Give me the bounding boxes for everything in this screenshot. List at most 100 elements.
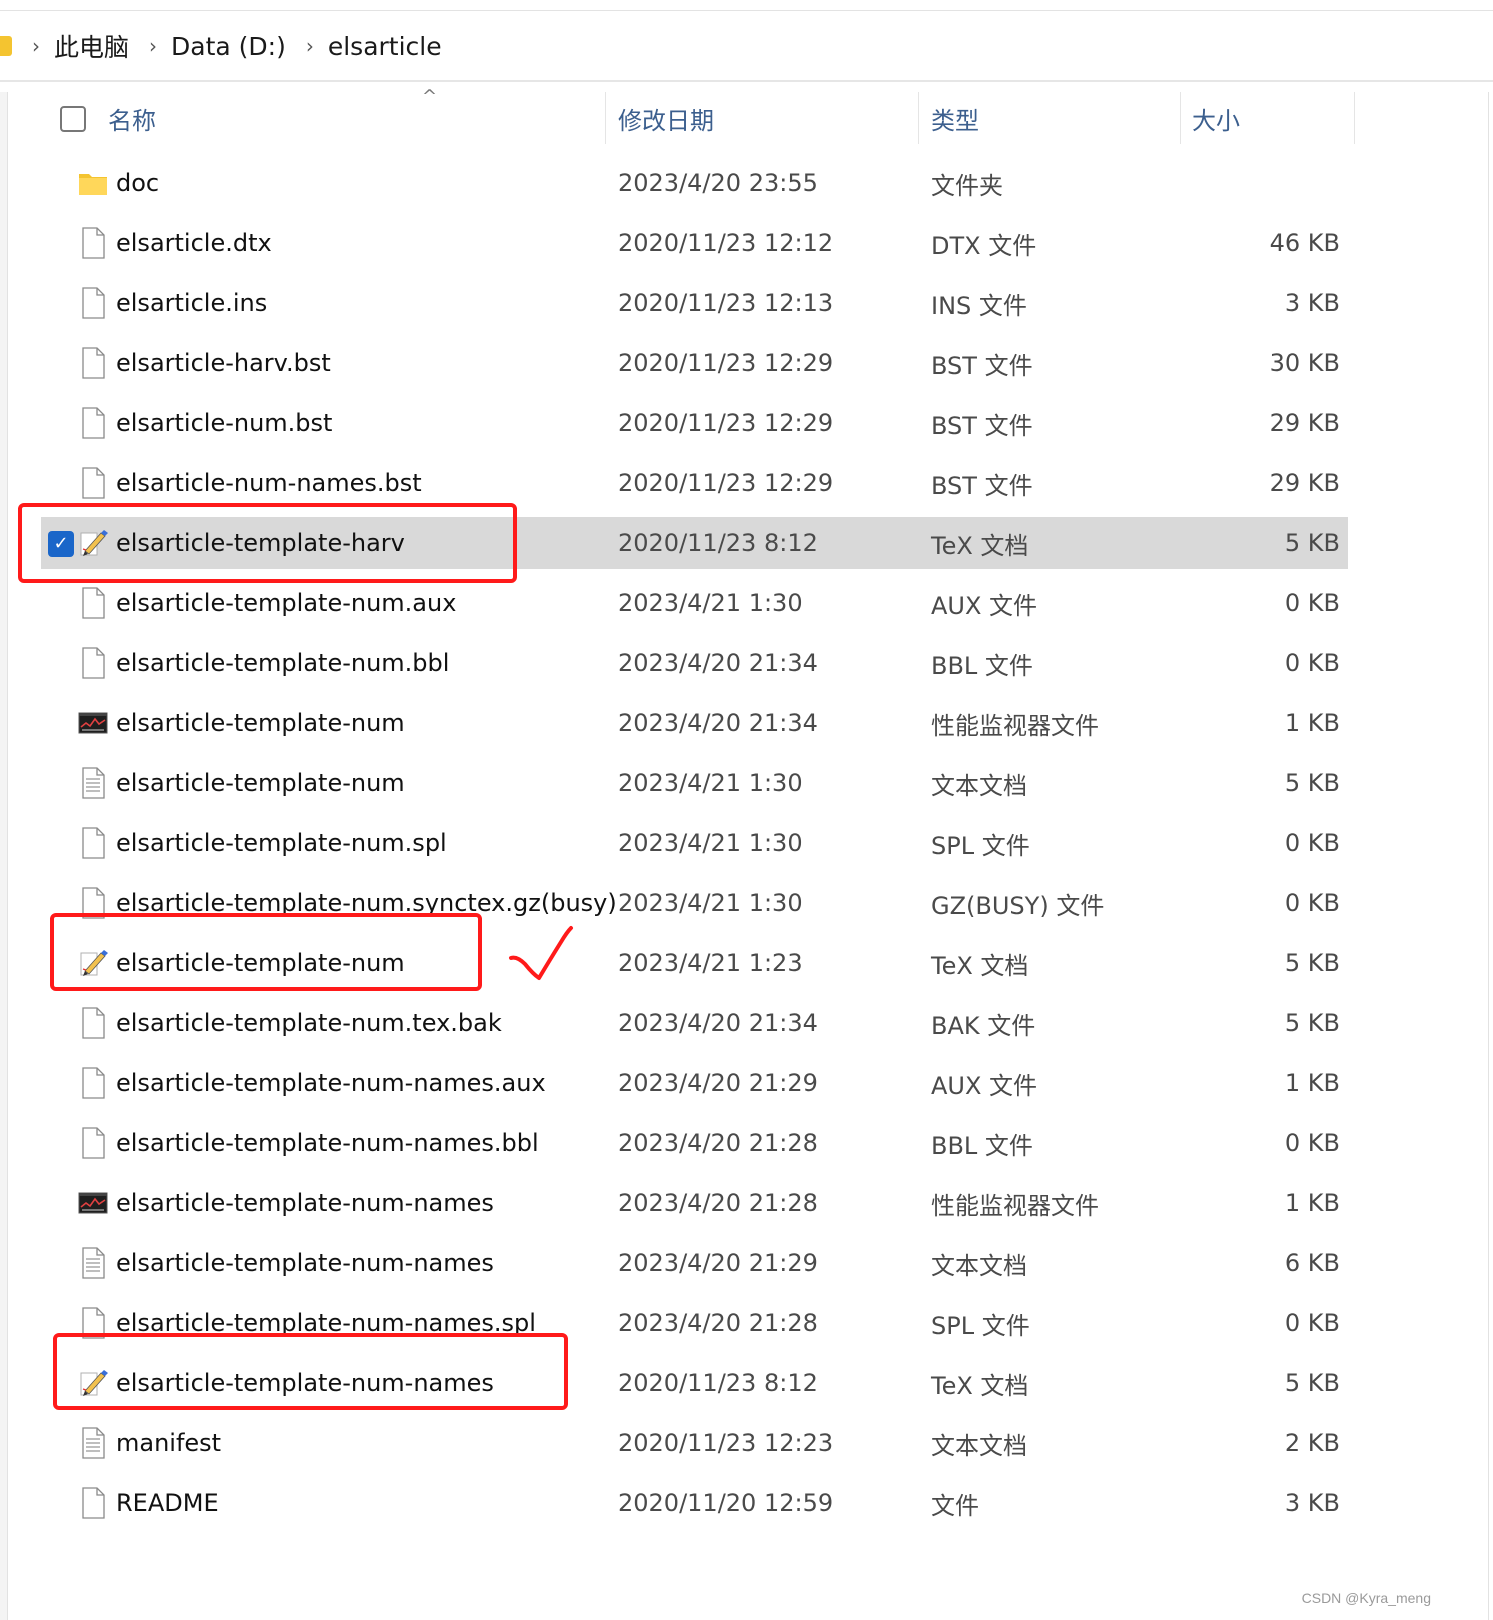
file-size: 46 KB bbox=[1269, 229, 1340, 257]
file-date-modified: 2023/4/20 21:28 bbox=[618, 1189, 818, 1217]
file-icon bbox=[78, 467, 108, 499]
file-size: 5 KB bbox=[1284, 1369, 1340, 1397]
file-row[interactable]: README 2020/11/20 12:59 文件 3 KB bbox=[0, 1473, 1493, 1533]
breadcrumb-item-folder[interactable]: elsarticle bbox=[328, 32, 442, 61]
file-date-modified: 2023/4/20 21:34 bbox=[618, 649, 818, 677]
breadcrumb-divider bbox=[0, 80, 1493, 82]
file-size bbox=[1180, 153, 1340, 213]
file-date-modified: 2023/4/20 21:28 bbox=[618, 1309, 818, 1337]
file-type: 性能监视器文件 bbox=[931, 711, 1099, 740]
file-icon bbox=[78, 827, 108, 859]
performance-monitor-icon bbox=[78, 707, 108, 739]
column-header-name[interactable]: 名称 ^ bbox=[96, 86, 604, 144]
file-name: manifest bbox=[116, 1429, 222, 1457]
breadcrumb-item-this-pc[interactable]: 此电脑 bbox=[54, 28, 129, 64]
red-annotation-box bbox=[18, 503, 517, 583]
file-type: AUX 文件 bbox=[931, 591, 1038, 620]
file-size: 0 KB bbox=[1284, 649, 1340, 677]
file-size: 1 KB bbox=[1284, 709, 1340, 737]
file-type: INS 文件 bbox=[931, 291, 1027, 320]
file-date-modified: 2020/11/23 8:12 bbox=[618, 529, 818, 557]
file-size: 5 KB bbox=[1284, 769, 1340, 797]
file-icon bbox=[78, 347, 108, 379]
file-date-modified: 2023/4/20 21:34 bbox=[618, 709, 818, 737]
folder-icon bbox=[0, 36, 12, 56]
file-name: elsarticle-template-num bbox=[116, 709, 405, 737]
file-row[interactable]: elsarticle-template-num-names.bbl 2023/4/… bbox=[0, 1113, 1493, 1173]
file-icon bbox=[78, 227, 108, 259]
file-name: README bbox=[116, 1489, 219, 1517]
file-name: elsarticle-num.bst bbox=[116, 409, 333, 437]
column-header-row: 名称 ^ 修改日期 类型 大小 bbox=[8, 86, 1488, 144]
file-size: 30 KB bbox=[1269, 349, 1340, 377]
top-divider bbox=[0, 10, 1493, 11]
file-type: GZ(BUSY) 文件 bbox=[931, 891, 1105, 920]
file-date-modified: 2023/4/21 1:30 bbox=[618, 769, 803, 797]
file-row[interactable]: elsarticle-harv.bst 2020/11/23 12:29 BST 文… bbox=[0, 333, 1493, 393]
file-name: elsarticle-template-num.spl bbox=[116, 829, 447, 857]
file-size: 29 KB bbox=[1269, 469, 1340, 497]
file-date-modified: 2020/11/23 12:29 bbox=[618, 469, 834, 497]
file-date-modified: 2023/4/21 1:30 bbox=[618, 829, 803, 857]
file-date-modified: 2023/4/21 1:23 bbox=[618, 949, 803, 977]
file-icon bbox=[78, 647, 108, 679]
file-row[interactable]: elsarticle-template-num 2023/4/21 1:30 文本文… bbox=[0, 753, 1493, 813]
file-size: 29 KB bbox=[1269, 409, 1340, 437]
file-row[interactable]: elsarticle-template-num-names 2023/4/20 2… bbox=[0, 1173, 1493, 1233]
file-type: TeX 文档 bbox=[931, 531, 1029, 560]
file-row[interactable]: elsarticle.dtx 2020/11/23 12:12 DTX 文件 46 K… bbox=[0, 213, 1493, 273]
file-row[interactable]: elsarticle-template-num.spl 2023/4/21 1:3… bbox=[0, 813, 1493, 873]
file-date-modified: 2020/11/23 8:12 bbox=[618, 1369, 818, 1397]
red-annotation-box bbox=[50, 913, 482, 991]
file-size: 1 KB bbox=[1284, 1189, 1340, 1217]
text-document-icon bbox=[78, 1427, 108, 1459]
file-name: elsarticle-template-num-names bbox=[116, 1249, 494, 1277]
file-size: 3 KB bbox=[1284, 289, 1340, 317]
file-row[interactable]: manifest 2020/11/23 12:23 文本文档 2 KB bbox=[0, 1413, 1493, 1473]
file-row[interactable]: elsarticle-template-num-names.aux 2023/4/… bbox=[0, 1053, 1493, 1113]
file-row[interactable]: elsarticle-template-num.bbl 2023/4/20 21:… bbox=[0, 633, 1493, 693]
column-divider[interactable] bbox=[1354, 92, 1355, 144]
file-size: 3 KB bbox=[1284, 1489, 1340, 1517]
file-date-modified: 2023/4/21 1:30 bbox=[618, 589, 803, 617]
file-date-modified: 2020/11/23 12:13 bbox=[618, 289, 834, 317]
column-header-size[interactable]: 大小 bbox=[1180, 92, 1354, 144]
file-icon bbox=[78, 407, 108, 439]
file-icon bbox=[78, 1067, 108, 1099]
text-document-icon bbox=[78, 767, 108, 799]
file-row[interactable]: elsarticle-template-num 2023/4/20 21:34 性能… bbox=[0, 693, 1493, 753]
file-type: 文件 bbox=[931, 1491, 979, 1520]
file-name: doc bbox=[116, 169, 160, 197]
file-icon bbox=[78, 287, 108, 319]
file-row[interactable]: elsarticle-num.bst 2020/11/23 12:29 BST 文件… bbox=[0, 393, 1493, 453]
file-type: BST 文件 bbox=[931, 471, 1033, 500]
select-all-checkbox[interactable] bbox=[60, 106, 86, 132]
folder-icon bbox=[78, 167, 108, 199]
file-name: elsarticle.dtx bbox=[116, 229, 272, 257]
file-size: 5 KB bbox=[1284, 1009, 1340, 1037]
file-type: BAK 文件 bbox=[931, 1011, 1036, 1040]
performance-monitor-icon bbox=[78, 1187, 108, 1219]
file-size: 1 KB bbox=[1284, 1069, 1340, 1097]
breadcrumb-separator-icon: › bbox=[305, 34, 314, 58]
breadcrumb-separator-icon: › bbox=[149, 34, 158, 58]
file-type: BBL 文件 bbox=[931, 651, 1033, 680]
file-type: BST 文件 bbox=[931, 351, 1033, 380]
file-type: 文本文档 bbox=[931, 771, 1027, 800]
text-document-icon bbox=[78, 1247, 108, 1279]
file-row[interactable]: elsarticle-template-num.tex.bak 2023/4/20… bbox=[0, 993, 1493, 1053]
file-name: elsarticle.ins bbox=[116, 289, 268, 317]
file-size: 0 KB bbox=[1284, 829, 1340, 857]
file-icon bbox=[78, 587, 108, 619]
file-row[interactable]: elsarticle-template-num-names 2023/4/20 2… bbox=[0, 1233, 1493, 1293]
file-date-modified: 2020/11/23 12:23 bbox=[618, 1429, 834, 1457]
column-header-date[interactable]: 修改日期 bbox=[606, 92, 918, 144]
file-size: 5 KB bbox=[1284, 529, 1340, 557]
file-row[interactable]: elsarticle.ins 2020/11/23 12:13 INS 文件 3 KB bbox=[0, 273, 1493, 333]
breadcrumb-item-drive[interactable]: Data (D:) bbox=[171, 32, 286, 61]
file-name: elsarticle-template-num-names.aux bbox=[116, 1069, 546, 1097]
column-header-name-label: 名称 bbox=[108, 106, 156, 135]
file-row[interactable]: doc 2023/4/20 23:55 文件夹 bbox=[0, 153, 1493, 213]
column-header-type[interactable]: 类型 bbox=[919, 92, 1179, 144]
file-date-modified: 2023/4/21 1:30 bbox=[618, 889, 803, 917]
